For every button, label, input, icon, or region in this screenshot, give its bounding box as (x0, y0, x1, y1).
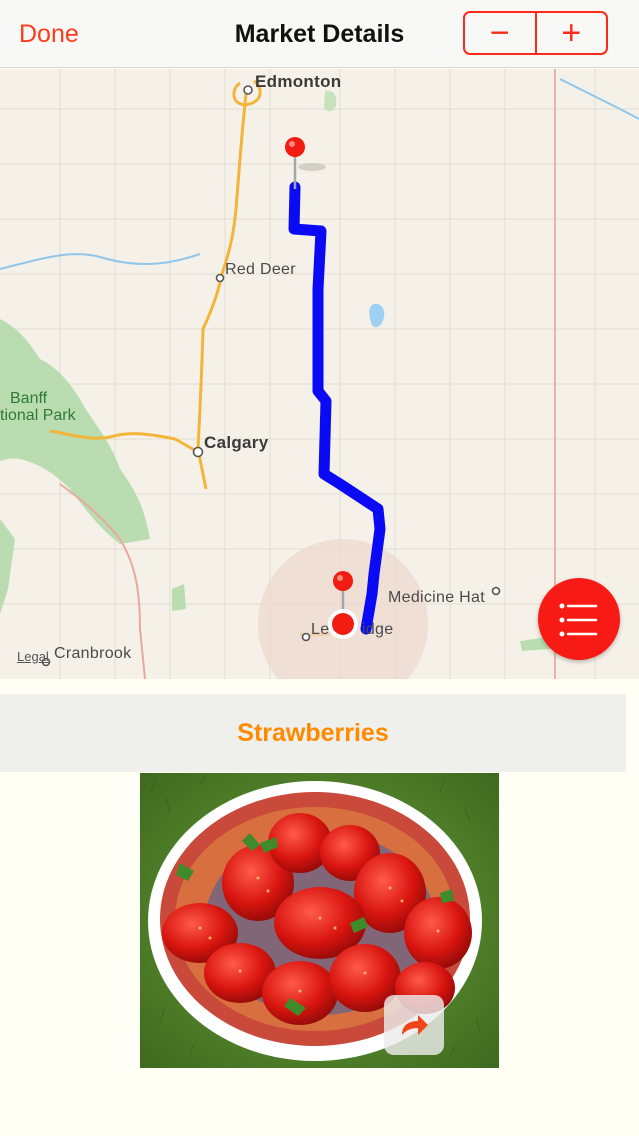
national-park (0, 319, 150, 544)
city-markers (41, 85, 501, 667)
highway (196, 93, 248, 490)
plus-icon: + (561, 14, 582, 52)
city-label-edmonton: Edmonton (255, 72, 342, 91)
zoom-in-button[interactable]: + (534, 13, 607, 53)
city-label-lethbridge: Le (311, 621, 330, 638)
city-label-lethbridge-tail: idge (362, 621, 394, 638)
product-title: Strawberries (237, 718, 389, 747)
strawberries-image (140, 773, 499, 1068)
product-title-bar: Strawberries (0, 694, 626, 772)
city-label-calgary: Calgary (204, 433, 269, 452)
lake (369, 303, 385, 328)
park-label-line2: tional Park (0, 407, 76, 424)
share-button[interactable] (384, 995, 444, 1055)
minus-icon: − (489, 14, 510, 52)
city-label-red-deer: Red Deer (225, 261, 296, 278)
park-area (172, 584, 186, 611)
park-area (0, 519, 15, 614)
product-photo[interactable] (140, 773, 499, 1068)
park-label-line1: Banff (10, 390, 48, 407)
park-area (324, 90, 337, 112)
city-label-cranbrook: Cranbrook (54, 645, 132, 662)
zoom-out-button[interactable]: − (465, 13, 535, 53)
city-label-medicine-hat: Medicine Hat (388, 589, 485, 606)
app-screen: Done Market Details − + Edmonton Red Dee… (0, 0, 639, 1136)
legal-link[interactable]: Legal (17, 649, 49, 664)
start-pin-icon[interactable] (285, 137, 326, 189)
navigation-bar: Done Market Details − + (0, 0, 639, 68)
list-button[interactable] (538, 578, 620, 660)
zoom-stepper: − + (463, 11, 608, 55)
list-icon (559, 603, 598, 637)
map-view[interactable]: Edmonton Red Deer Calgary Medicine Hat L… (0, 69, 639, 679)
share-arrow-icon (402, 1015, 428, 1035)
river (559, 78, 639, 120)
